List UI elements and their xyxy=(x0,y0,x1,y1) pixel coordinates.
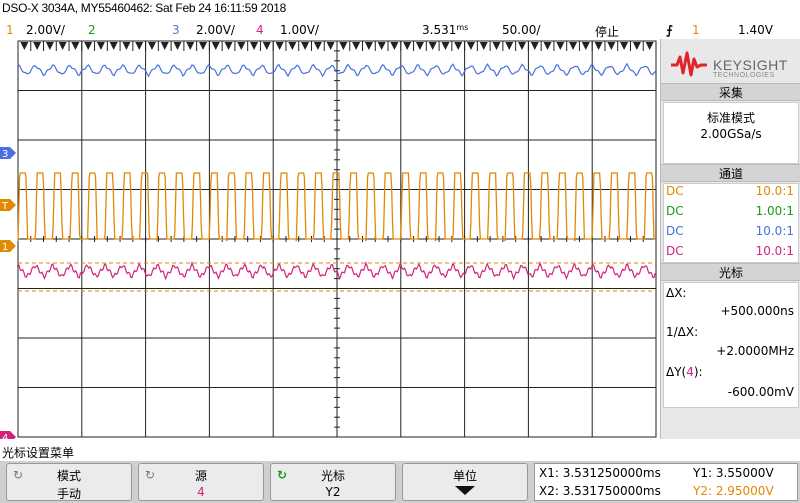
time-scale-value: 50.00 xyxy=(502,23,537,37)
cursors-header: 光标 xyxy=(661,263,800,281)
ch4-number[interactable]: 4 xyxy=(256,23,264,37)
mode-softkey-value: 手动 xyxy=(56,487,81,501)
ch3-scale[interactable]: 2.00V/ xyxy=(196,23,235,37)
channels-panel[interactable]: DC 10.0:1 DC 1.00:1 DC 10.0:1 DC 10.0:1 xyxy=(663,183,799,263)
ch3-coupling: DC xyxy=(666,224,684,238)
window-title: DSO-X 3034A, MY55460462: Sat Feb 24 16:1… xyxy=(2,1,286,15)
ch4-ground-marker[interactable]: 4 xyxy=(0,431,16,439)
delta-y-prefix: ΔY( xyxy=(666,365,687,379)
delta-x-label: ΔX: xyxy=(666,286,687,300)
ch3-ground-marker[interactable]: 3 xyxy=(0,147,16,160)
channel-bar: 1 2.00V/ 2 3 2.00V/ 4 1.00V/ 3.531ms 50.… xyxy=(0,21,660,39)
source-softkey[interactable]: ↻ 源 4 xyxy=(138,463,264,501)
cursor-softkey[interactable]: ↻ 光标 Y2 xyxy=(270,463,396,501)
brand-name: KEYSIGHT xyxy=(713,57,788,73)
time-delay-unit: ms xyxy=(456,23,469,32)
cursor-softkey-label: 光标 xyxy=(320,469,345,483)
units-softkey-label: 单位 xyxy=(452,469,477,483)
trigger-level-marker-label: T xyxy=(1,201,9,212)
side-panel: KEYSIGHT TECHNOLOGIES 采集 标准模式 2.00GSa/s … xyxy=(660,39,800,439)
acquisition-panel[interactable]: 标准模式 2.00GSa/s xyxy=(663,102,799,164)
channels-header: 通道 xyxy=(661,164,800,182)
brand-sub: TECHNOLOGIES xyxy=(713,72,775,79)
inv-delta-x-value: +2.0000MHz xyxy=(716,344,794,358)
ch4-probe: 10.0:1 xyxy=(755,244,794,258)
ch1-number[interactable]: 1 xyxy=(6,23,14,37)
trigger-level: 1.40V xyxy=(738,23,773,37)
trigger-source: 1 xyxy=(692,23,700,37)
sample-rate: 2.00GSa/s xyxy=(700,127,762,141)
delta-y-value: -600.00mV xyxy=(727,385,794,399)
ch3-ground-marker-label: 3 xyxy=(2,149,8,160)
ch3-number[interactable]: 3 xyxy=(172,23,180,37)
ch1-ground-marker[interactable]: 1 xyxy=(0,240,16,253)
source-softkey-value: 4 xyxy=(197,485,205,499)
delta-y-label: ΔY(4): xyxy=(666,365,703,379)
x1-readout: X1: 3.531250000ms xyxy=(539,466,661,480)
ch3-probe: 10.0:1 xyxy=(755,224,794,238)
submenu-arrow-icon xyxy=(455,486,475,495)
cursor-readout: X1: 3.531250000ms X2: 3.531750000ms Y1: … xyxy=(534,463,798,501)
time-delay-value: 3.531 xyxy=(422,23,457,37)
trigger-bar[interactable]: ⨍ 1 1.40V xyxy=(660,21,800,39)
ch1-ground-marker-label: 1 xyxy=(2,242,8,253)
ch1-coupling: DC xyxy=(666,184,684,198)
keysight-wave-icon xyxy=(671,51,707,77)
softkey-bar: ↻ 模式 手动 ↻ 源 4 ↻ 光标 Y2 单位 X1: 3.531250000… xyxy=(0,461,800,503)
rising-edge-icon: ⨍ xyxy=(666,23,673,37)
cursor-softkey-value: Y2 xyxy=(325,485,341,499)
waveform-display[interactable]: 3 T 1 4 xyxy=(0,39,660,439)
delta-y-suffix: ): xyxy=(693,365,703,379)
keysight-logo: KEYSIGHT TECHNOLOGIES xyxy=(669,49,797,79)
delta-y-channel: 4 xyxy=(686,365,694,379)
ch1-scale[interactable]: 2.00V/ xyxy=(26,23,65,37)
graticule: 3 T 1 4 xyxy=(0,40,657,439)
acquisition-mode: 标准模式 xyxy=(706,111,755,125)
units-softkey[interactable]: 单位 xyxy=(402,463,528,501)
time-scale-unit: / xyxy=(536,23,541,37)
ch4-coupling: DC xyxy=(666,244,684,258)
cursors-panel[interactable]: ΔX: +500.000ns 1/ΔX: +2.0000MHz ΔY(4): -… xyxy=(663,282,799,408)
ch2-probe: 1.00:1 xyxy=(755,204,794,218)
y1-readout: Y1: 3.55000V xyxy=(693,466,774,480)
inv-delta-x-label: 1/ΔX: xyxy=(666,325,699,339)
ch1-probe: 10.0:1 xyxy=(755,184,794,198)
menu-title: 光标设置菜单 xyxy=(2,446,75,460)
source-softkey-label: 源 xyxy=(194,469,207,483)
acquisition-header: 采集 xyxy=(661,83,800,101)
ch2-coupling: DC xyxy=(666,204,684,218)
x2-readout: X2: 3.531750000ms xyxy=(539,484,661,498)
y2-readout: Y2: 2.95000V xyxy=(693,484,774,498)
mode-softkey-label: 模式 xyxy=(56,469,81,483)
time-scale[interactable]: 50.00/ xyxy=(502,23,540,37)
trigger-level-marker[interactable]: T xyxy=(0,199,16,212)
mode-softkey[interactable]: ↻ 模式 手动 xyxy=(6,463,132,501)
run-state[interactable]: 停止 xyxy=(595,23,619,40)
ch4-scale[interactable]: 1.00V/ xyxy=(280,23,319,37)
ch4-ground-marker-label: 4 xyxy=(2,433,8,439)
time-delay[interactable]: 3.531ms xyxy=(422,23,468,37)
ch2-number[interactable]: 2 xyxy=(88,23,96,37)
delta-x-value: +500.000ns xyxy=(720,304,794,318)
